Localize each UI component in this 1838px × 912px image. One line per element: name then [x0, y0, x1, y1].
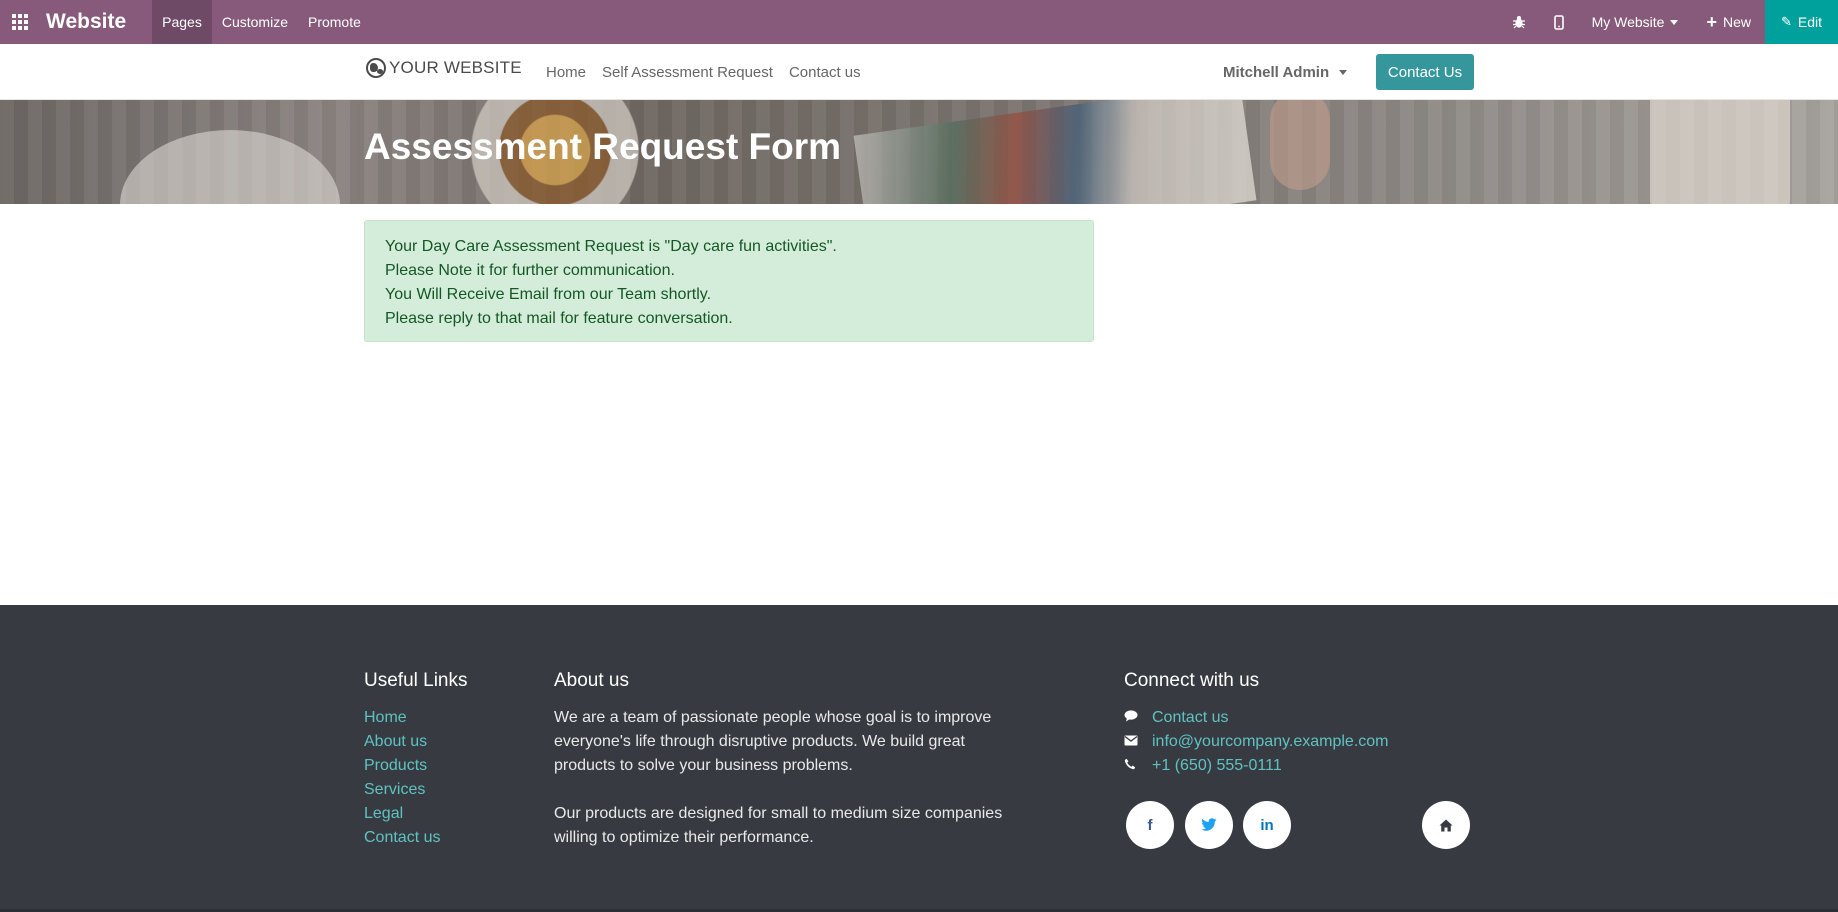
- facebook-icon[interactable]: f: [1126, 801, 1174, 849]
- chevron-down-icon: [1670, 19, 1679, 25]
- app-brand[interactable]: Website: [40, 10, 152, 34]
- site-footer: Useful Links Home About us Products Serv…: [0, 605, 1838, 912]
- website-selector[interactable]: My Website: [1578, 0, 1693, 44]
- site-header: YOUR WEBSITE Home Self Assessment Reques…: [0, 44, 1838, 100]
- footer-link-home[interactable]: Home: [364, 706, 468, 730]
- chevron-down-icon: [1339, 70, 1348, 75]
- twitter-icon[interactable]: [1185, 801, 1233, 849]
- banner-background-shape: [1650, 100, 1790, 204]
- footer-contact-link[interactable]: Contact us: [1152, 706, 1228, 730]
- phone-icon: [1124, 754, 1152, 778]
- banner-background-shape: [1270, 100, 1330, 190]
- about-paragraph: Our products are designed for small to m…: [554, 805, 1003, 846]
- user-menu[interactable]: Mitchell Admin: [1223, 64, 1348, 81]
- page-title: Assessment Request Form: [364, 126, 842, 167]
- contact-line: Contact us: [1124, 706, 1389, 730]
- top-right-actions: My Website + New ✎ Edit: [1498, 0, 1838, 44]
- menu-promote[interactable]: Promote: [298, 0, 371, 44]
- linkedin-glyph: in: [1260, 816, 1274, 834]
- banner-background-shape: [853, 100, 1257, 204]
- site-logo-text: YOUR WEBSITE: [389, 58, 522, 77]
- mobile-preview-icon[interactable]: [1540, 0, 1578, 44]
- footer-link-products[interactable]: Products: [364, 754, 468, 778]
- footer-link-legal[interactable]: Legal: [364, 802, 468, 826]
- footer-phone-link[interactable]: +1 (650) 555-0111: [1152, 754, 1282, 778]
- edit-button-label: Edit: [1797, 14, 1822, 30]
- website-selector-label: My Website: [1591, 14, 1665, 30]
- user-name: Mitchell Admin: [1223, 64, 1330, 81]
- edit-button[interactable]: ✎ Edit: [1764, 0, 1838, 44]
- facebook-glyph: f: [1147, 816, 1153, 834]
- site-nav: Home Self Assessment Request Contact us: [546, 64, 877, 81]
- success-alert: Your Day Care Assessment Request is "Day…: [364, 220, 1094, 342]
- footer-about: About us We are a team of passionate peo…: [554, 670, 1004, 874]
- nav-contact-us[interactable]: Contact us: [789, 64, 861, 81]
- new-button[interactable]: + New: [1692, 0, 1765, 44]
- menu-pages[interactable]: Pages: [152, 0, 212, 44]
- new-button-label: New: [1722, 14, 1751, 30]
- comment-icon: [1124, 706, 1152, 730]
- menu-customize[interactable]: Customize: [212, 0, 298, 44]
- footer-heading: About us: [554, 670, 629, 691]
- site-logo[interactable]: YOUR WEBSITE: [366, 58, 522, 78]
- plus-icon: +: [1706, 12, 1717, 32]
- page-banner: Assessment Request Form: [0, 100, 1838, 204]
- contact-us-button[interactable]: Contact Us: [1376, 54, 1474, 90]
- footer-link-contact-us[interactable]: Contact us: [364, 826, 468, 850]
- alert-line: You Will Receive Email from our Team sho…: [385, 286, 712, 303]
- footer-link-services[interactable]: Services: [364, 778, 468, 802]
- pencil-icon: ✎: [1780, 14, 1792, 29]
- footer-connect: Connect with us Contact us info@yourcomp…: [1124, 670, 1389, 778]
- linkedin-icon[interactable]: in: [1243, 801, 1291, 849]
- envelope-icon: [1124, 730, 1152, 754]
- home-glyph: [1439, 819, 1453, 831]
- apps-menu-icon[interactable]: [0, 0, 40, 44]
- top-menu: Pages Customize Promote: [152, 0, 371, 44]
- alert-line: Your Day Care Assessment Request is "Day…: [385, 238, 837, 255]
- about-paragraph: We are a team of passionate people whose…: [554, 709, 992, 774]
- globe-icon: [366, 58, 386, 78]
- nav-self-assessment-request[interactable]: Self Assessment Request: [602, 64, 773, 81]
- footer-useful-links: Useful Links Home About us Products Serv…: [364, 670, 468, 850]
- banner-background-shape: [120, 130, 340, 204]
- footer-email-link[interactable]: info@yourcompany.example.com: [1152, 730, 1389, 754]
- alert-line: Please reply to that mail for feature co…: [385, 310, 733, 327]
- odoo-top-bar: Website Pages Customize Promote My Websi…: [0, 0, 1838, 44]
- home-icon[interactable]: [1422, 801, 1470, 849]
- twitter-bird-icon: [1201, 818, 1217, 831]
- footer-heading: Connect with us: [1124, 670, 1260, 691]
- debug-bug-icon[interactable]: [1498, 0, 1540, 44]
- contact-line: info@yourcompany.example.com: [1124, 730, 1389, 754]
- contact-line: +1 (650) 555-0111: [1124, 754, 1389, 778]
- footer-link-about-us[interactable]: About us: [364, 730, 468, 754]
- footer-heading: Useful Links: [364, 670, 468, 691]
- alert-line: Please Note it for further communication…: [385, 262, 675, 279]
- nav-home[interactable]: Home: [546, 64, 586, 81]
